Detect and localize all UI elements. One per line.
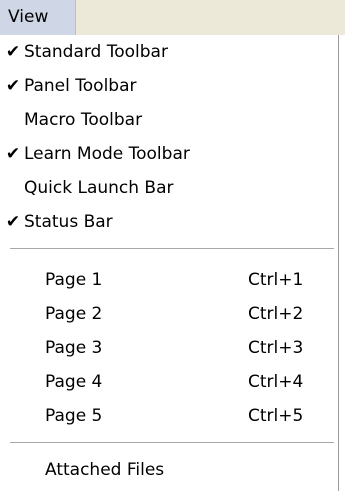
menu-item-label: Standard Toolbar <box>24 42 168 62</box>
menu-item-page-1[interactable]: Page 1 Ctrl+1 <box>0 263 338 297</box>
menu-item-status-bar[interactable]: ✔ Status Bar <box>0 205 338 239</box>
checkmark-icon: ✔ <box>5 212 21 232</box>
menu-item-label: Page 2 <box>45 304 103 324</box>
shortcut-label: Ctrl+2 <box>248 304 304 324</box>
menu-item-label: Panel Toolbar <box>24 76 137 96</box>
menu-item-macro-toolbar[interactable]: Macro Toolbar <box>0 103 338 137</box>
menu-item-label: Status Bar <box>24 212 113 232</box>
shortcut-label: Ctrl+1 <box>248 270 304 290</box>
menu-item-page-4[interactable]: Page 4 Ctrl+4 <box>0 365 338 399</box>
view-menu-title[interactable]: View <box>0 0 76 35</box>
menu-bar: View <box>0 0 345 35</box>
shortcut-label: Ctrl+3 <box>248 338 304 358</box>
menu-item-label: Macro Toolbar <box>24 110 143 130</box>
checkmark-icon: ✔ <box>5 42 21 62</box>
menu-item-label: Page 5 <box>45 406 103 426</box>
menu-item-attached-files[interactable]: Attached Files <box>0 453 338 487</box>
checkmark-icon: ✔ <box>5 144 21 164</box>
menu-item-label: Attached Files <box>45 460 165 480</box>
view-menu-dropdown: ✔ Standard Toolbar ✔ Panel Toolbar Macro… <box>0 35 339 491</box>
menu-separator <box>10 442 334 444</box>
menu-item-page-5[interactable]: Page 5 Ctrl+5 <box>0 399 338 433</box>
menu-item-label: Page 4 <box>45 372 103 392</box>
menu-item-label: Page 3 <box>45 338 103 358</box>
shortcut-label: Ctrl+4 <box>248 372 304 392</box>
menu-item-label: Page 1 <box>45 270 103 290</box>
menu-item-page-3[interactable]: Page 3 Ctrl+3 <box>0 331 338 365</box>
view-menu-screenshot: View ✔ Standard Toolbar ✔ Panel Toolbar … <box>0 0 345 491</box>
menu-item-panel-toolbar[interactable]: ✔ Panel Toolbar <box>0 69 338 103</box>
menu-item-learn-mode-toolbar[interactable]: ✔ Learn Mode Toolbar <box>0 137 338 171</box>
menu-item-label: Learn Mode Toolbar <box>24 144 190 164</box>
menu-item-label: Quick Launch Bar <box>24 178 174 198</box>
menu-item-standard-toolbar[interactable]: ✔ Standard Toolbar <box>0 35 338 69</box>
menu-item-page-2[interactable]: Page 2 Ctrl+2 <box>0 297 338 331</box>
menu-separator <box>10 248 334 250</box>
shortcut-label: Ctrl+5 <box>248 406 304 426</box>
menu-item-quick-launch-bar[interactable]: Quick Launch Bar <box>0 171 338 205</box>
checkmark-icon: ✔ <box>5 76 21 96</box>
